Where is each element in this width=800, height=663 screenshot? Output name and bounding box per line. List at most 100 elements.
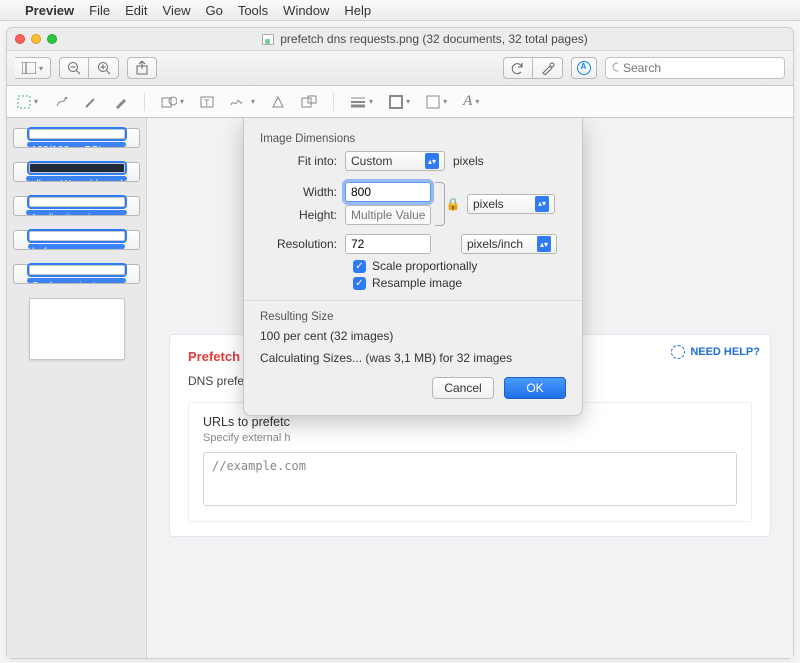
resolution-label: Resolution: <box>260 237 345 251</box>
search-field[interactable] <box>605 57 785 79</box>
height-label: Height: <box>260 208 345 222</box>
thumbnail-image <box>29 129 125 139</box>
draw-tool[interactable] <box>84 95 98 109</box>
sign-tool[interactable]: ▾ <box>230 95 255 109</box>
thumbnail-item[interactable]: Cache o...insta.png <box>13 264 140 284</box>
edit-group <box>503 57 563 79</box>
fit-into-suffix: pixels <box>453 154 484 168</box>
lock-aspect-icon[interactable]: 🔒 <box>445 191 461 217</box>
thumbnail-item[interactable] <box>13 298 140 360</box>
scale-proportionally-label: Scale proportionally <box>372 259 477 273</box>
adjust-size-tool[interactable] <box>301 95 317 109</box>
sketch-tool[interactable] <box>114 95 128 109</box>
resolution-unit-select[interactable]: pixels/inch ▴▾ <box>461 234 557 254</box>
titlebar: prefetch dns requests.png (32 documents,… <box>7 28 793 50</box>
minimize-window-button[interactable] <box>31 34 41 44</box>
window-title: prefetch dns requests.png (32 documents,… <box>65 32 785 46</box>
field-label: URLs to prefetc <box>203 415 737 429</box>
need-help-link[interactable]: NEED HELP? <box>671 345 760 359</box>
thumbnail-sidebar[interactable]: 100/100...- PSI.png all my W...ashboard … <box>7 118 147 658</box>
rotate-button[interactable] <box>503 57 533 79</box>
select-stepper-icon: ▴▾ <box>535 196 549 212</box>
menu-edit[interactable]: Edit <box>125 3 147 18</box>
menu-go[interactable]: Go <box>205 3 222 18</box>
dimension-unit-value: pixels <box>473 197 504 211</box>
thumbnail-item[interactable]: Applicati...oring.png <box>13 196 140 216</box>
markup-toggle-button[interactable] <box>533 57 563 79</box>
thumbnail-label: 100/100...- PSI.png <box>27 142 125 148</box>
window-body: 100/100...- PSI.png all my W...ashboard … <box>7 118 793 658</box>
section-title: Resulting Size <box>260 311 566 323</box>
fit-into-select[interactable]: Custom ▴▾ <box>345 151 445 171</box>
zoom-window-button[interactable] <box>47 34 57 44</box>
view-mode-group: ▾ <box>15 57 51 79</box>
search-icon <box>612 62 618 74</box>
menu-help[interactable]: Help <box>344 3 371 18</box>
instant-alpha-tool[interactable] <box>54 95 68 109</box>
thumbnail-label: all my W...ashboard <box>26 176 126 182</box>
thumbnail-item[interactable]: all my W...ashboard <box>13 162 140 182</box>
thumbnail-image <box>29 197 125 207</box>
resulting-size-line2: Calculating Sizes... (was 3,1 MB) for 32… <box>260 351 566 365</box>
height-input[interactable] <box>345 205 431 225</box>
menu-tools[interactable]: Tools <box>238 3 268 18</box>
close-window-button[interactable] <box>15 34 25 44</box>
thumbnail-item[interactable]: 100/100...- PSI.png <box>13 128 140 148</box>
share-button[interactable] <box>127 57 157 79</box>
zoom-in-button[interactable] <box>89 57 119 79</box>
thumbnail-image <box>29 163 125 173</box>
menu-window[interactable]: Window <box>283 3 329 18</box>
text-style-tool[interactable]: A▾ <box>463 93 479 110</box>
ok-button[interactable]: OK <box>504 377 566 399</box>
resulting-size-line1: 100 per cent (32 images) <box>260 329 566 343</box>
toolbar-separator <box>333 93 334 111</box>
section-title: Image Dimensions <box>260 133 566 145</box>
fill-color-tool[interactable]: ▾ <box>426 95 447 109</box>
document-proxy-icon[interactable] <box>262 34 274 45</box>
thumbnail-label: before v...ance.png <box>28 244 125 250</box>
checkbox-checked-icon: ✓ <box>353 260 366 273</box>
link-bracket <box>435 182 445 226</box>
thumbnail-image <box>29 265 125 275</box>
cancel-button[interactable]: Cancel <box>432 377 494 399</box>
resolution-input[interactable] <box>345 234 431 254</box>
annotation-icon <box>577 61 591 75</box>
shapes-tool[interactable]: ▾ <box>161 95 184 109</box>
dimension-unit-select[interactable]: pixels ▴▾ <box>467 194 555 214</box>
thumbnail-item[interactable]: before v...ance.png <box>13 230 140 250</box>
width-input[interactable] <box>345 182 431 202</box>
thumbnail-image <box>29 298 125 360</box>
stroke-color-tool[interactable]: ▾ <box>389 95 410 109</box>
help-icon <box>671 345 685 359</box>
resolution-unit-value: pixels/inch <box>467 237 523 251</box>
text-tool[interactable]: T <box>200 95 214 109</box>
traffic-lights <box>15 34 57 44</box>
main-toolbar: ▾ <box>7 50 793 86</box>
line-style-tool[interactable]: ▾ <box>350 96 373 108</box>
app-menu[interactable]: Preview <box>25 3 74 18</box>
fit-into-value: Custom <box>351 154 392 168</box>
svg-text:T: T <box>204 98 210 108</box>
select-stepper-icon: ▴▾ <box>425 153 439 169</box>
menu-file[interactable]: File <box>89 3 110 18</box>
urls-textarea[interactable]: //example.com <box>203 452 737 506</box>
resample-image-checkbox[interactable]: ✓ Resample image <box>353 276 566 290</box>
menu-view[interactable]: View <box>163 3 191 18</box>
zoom-out-button[interactable] <box>59 57 89 79</box>
annotations-button[interactable] <box>571 57 597 79</box>
sidebar-toggle-button[interactable]: ▾ <box>15 57 51 79</box>
adjust-color-tool[interactable] <box>271 95 285 109</box>
width-label: Width: <box>260 185 345 199</box>
chevron-down-icon: ▾ <box>39 64 43 73</box>
preview-window: prefetch dns requests.png (32 documents,… <box>6 27 794 659</box>
selection-tool[interactable]: ▾ <box>17 95 38 109</box>
select-stepper-icon: ▴▾ <box>537 236 551 252</box>
checkbox-checked-icon: ✓ <box>353 277 366 290</box>
dialog-separator <box>244 300 582 301</box>
thumbnail-label: Applicati...oring.png <box>26 210 126 216</box>
zoom-group <box>59 57 119 79</box>
adjust-size-dialog: Image Dimensions Fit into: Custom ▴▾ pix… <box>243 118 583 416</box>
search-input[interactable] <box>623 61 778 75</box>
scale-proportionally-checkbox[interactable]: ✓ Scale proportionally <box>353 259 566 273</box>
window-title-text: prefetch dns requests.png (32 documents,… <box>280 32 588 46</box>
